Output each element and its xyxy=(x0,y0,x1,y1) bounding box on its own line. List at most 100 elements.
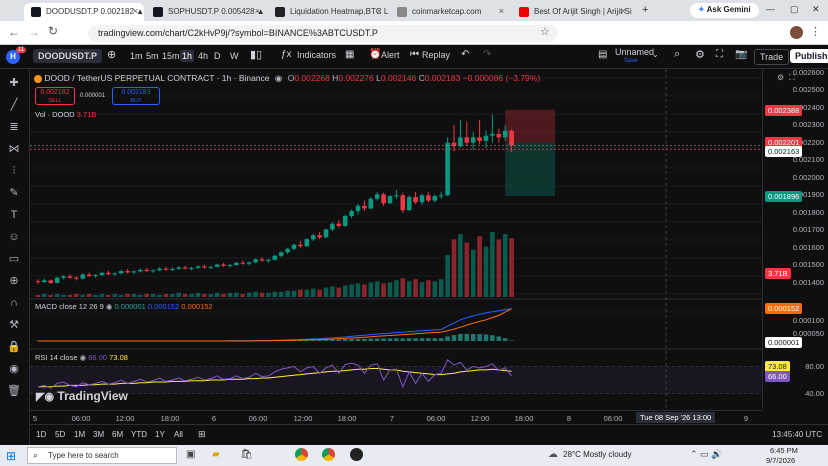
add-symbol-icon[interactable]: ⊕ xyxy=(107,48,116,61)
time-axis[interactable]: 5 06:00 12:00 18:00 6 06:00 12:00 18:00 7 06:00 12… xyxy=(30,410,762,424)
undo-icon[interactable]: ↶ xyxy=(461,49,469,60)
taskview-icon[interactable]: ▣ xyxy=(186,449,195,460)
range-1d[interactable]: 1D xyxy=(36,430,46,439)
window-minimize-icon[interactable]: — xyxy=(766,4,775,14)
store-icon[interactable]: 🛍 xyxy=(240,449,253,460)
app-icon[interactable] xyxy=(350,448,363,461)
text-icon[interactable]: T xyxy=(7,208,21,222)
candle-body xyxy=(227,265,233,267)
price-axis-settings-icon[interactable]: ⚙ xyxy=(777,73,784,82)
brush-icon[interactable]: ✎ xyxy=(7,186,21,200)
menu-icon[interactable]: ⋮ xyxy=(810,25,821,38)
pattern-icon[interactable]: ⋈ xyxy=(7,142,21,156)
url-field[interactable]: tradingview.com/chart/C2kHvP9j/?symbol=B… xyxy=(88,25,558,42)
range-all[interactable]: All xyxy=(174,430,183,439)
tab-close-icon[interactable]: × xyxy=(621,6,626,16)
profile-avatar[interactable] xyxy=(790,26,803,39)
interval-W[interactable]: W xyxy=(228,50,241,62)
macd-eye-icon[interactable]: ◉ xyxy=(106,302,113,311)
tray-icons[interactable]: ⌃ ▭ 🔊 xyxy=(690,449,722,460)
legend-eye-icon[interactable]: ◉ xyxy=(275,73,282,83)
taskbar-time[interactable]: 6:45 PM xyxy=(770,446,798,455)
layout-grid-icon[interactable]: ▦ xyxy=(345,49,354,60)
chart-type-icon[interactable]: ▮▯ xyxy=(250,48,262,61)
interval-1m[interactable]: 1m xyxy=(128,50,145,62)
position-icon[interactable]: ⫶ xyxy=(7,164,21,178)
reload-icon[interactable]: ↻ xyxy=(48,24,58,38)
range-ytd[interactable]: YTD xyxy=(131,430,147,439)
weather-text[interactable]: 28°C Mostly cloudy xyxy=(563,450,632,459)
clock[interactable]: 13:45:40 UTC xyxy=(772,430,822,439)
snapshot-icon[interactable]: 📷 xyxy=(735,49,747,60)
interval-4h[interactable]: 4h xyxy=(196,50,210,62)
interval-1h[interactable]: 1h xyxy=(180,50,195,62)
ask-gemini-button[interactable]: ✦ Ask Gemini xyxy=(690,3,759,18)
chart-pane[interactable]: DOOD / TetherUS PERPETUAL CONTRACT · 1h … xyxy=(30,69,762,410)
candle-body xyxy=(106,272,111,275)
symbol-search-button[interactable]: DOODUSDT.P xyxy=(33,49,103,63)
indicators-button[interactable]: Indicators xyxy=(297,50,336,60)
rsi-eye-icon[interactable]: ◉ xyxy=(80,353,87,362)
chrome-icon-2[interactable] xyxy=(322,448,335,461)
crosshair-icon[interactable]: ✚ xyxy=(7,76,21,90)
settings-icon[interactable]: ⚙ xyxy=(695,48,705,61)
position-target-zone xyxy=(505,142,555,196)
bookmark-star-icon[interactable]: ☆ xyxy=(540,25,550,38)
alert-button[interactable]: Alert xyxy=(381,50,400,60)
file-explorer-icon[interactable]: ▰ xyxy=(212,449,220,460)
volume-bar xyxy=(483,246,489,297)
redo-icon[interactable]: ↷ xyxy=(483,49,491,60)
window-close-icon[interactable]: ✕ xyxy=(812,4,820,15)
tab-close-icon[interactable]: × xyxy=(255,6,260,16)
range-5d[interactable]: 5D xyxy=(55,430,65,439)
range-3m[interactable]: 3M xyxy=(93,430,104,439)
new-tab-button[interactable]: + xyxy=(642,4,648,16)
magnet-icon[interactable]: ∩ xyxy=(7,296,21,310)
range-1m[interactable]: 1M xyxy=(74,430,85,439)
fib-icon[interactable]: ≣ xyxy=(7,120,21,134)
quick-search-icon[interactable]: ⌕ xyxy=(674,48,680,61)
zoom-icon[interactable]: ⊕ xyxy=(7,274,21,288)
lock-draw-icon[interactable]: ⚒ xyxy=(7,318,21,332)
browser-tab-3[interactable]: coinmarketcap.com × xyxy=(390,3,510,21)
window-maximize-icon[interactable]: ▢ xyxy=(790,4,799,15)
range-1y[interactable]: 1Y xyxy=(155,430,165,439)
publish-button[interactable]: Publish xyxy=(790,49,828,63)
chrome-icon[interactable] xyxy=(295,448,308,461)
back-icon[interactable]: ← xyxy=(8,25,20,39)
tab-close-icon[interactable]: × xyxy=(377,6,382,16)
price-axis[interactable]: 0.002600 0.002500 0.002400 0.002300 0.002200… xyxy=(762,68,828,410)
browser-tab-4[interactable]: Best Of Arijit Singh | Arijit Sin × xyxy=(512,3,632,21)
interval-5m[interactable]: 5m xyxy=(144,50,161,62)
ruler-icon[interactable]: ▭ xyxy=(7,252,21,266)
replay-button[interactable]: Replay xyxy=(422,50,450,60)
layouts-icon[interactable]: ▤ xyxy=(598,49,607,60)
range-6m[interactable]: 6M xyxy=(112,430,123,439)
forward-icon[interactable]: → xyxy=(28,25,40,39)
chart-canvas[interactable] xyxy=(30,69,762,410)
windows-start-icon[interactable]: ⊞ xyxy=(6,449,16,463)
taskbar-date[interactable]: 9/7/2026 xyxy=(766,456,795,465)
goto-date-icon[interactable]: ⊞ xyxy=(198,429,206,440)
browser-tab-1[interactable]: SOPHUSDT.P 0.005428 ▲ +2 × xyxy=(146,3,266,21)
trendline-icon[interactable]: ╱ xyxy=(7,98,21,112)
emoji-icon[interactable]: ☺ xyxy=(7,230,21,244)
tab-close-icon[interactable]: × xyxy=(499,6,504,16)
interval-D[interactable]: D xyxy=(212,50,223,62)
fullscreen-icon[interactable]: ⛶ xyxy=(716,49,723,60)
eye-icon[interactable]: ◉ xyxy=(7,362,21,376)
taskbar-search[interactable]: ⌕ Type here to search xyxy=(27,447,177,464)
interval-15m[interactable]: 15m xyxy=(160,50,182,62)
auto-scale-icon[interactable]: ⛶ xyxy=(789,73,795,83)
lock-icon[interactable]: 🔒 xyxy=(7,340,21,354)
sell-button[interactable]: 0.002182 SELL xyxy=(35,87,75,105)
browser-tab-0[interactable]: DOODUSDT.P 0.002182 ▲ +1× xyxy=(24,3,144,21)
trash-icon[interactable]: 🗑 xyxy=(7,384,21,398)
volume-bar xyxy=(490,232,495,297)
trade-button[interactable]: Trade xyxy=(754,49,790,65)
tab-close-icon[interactable]: × xyxy=(133,6,138,16)
buy-button[interactable]: 0.002183 BUY xyxy=(112,87,160,105)
browser-tab-2[interactable]: Liquidation Heatmap,BTC Liq × xyxy=(268,3,388,21)
layout-name[interactable]: Unnamed xyxy=(615,47,654,57)
layout-menu-chevron-icon[interactable]: ⌄ xyxy=(652,50,659,59)
